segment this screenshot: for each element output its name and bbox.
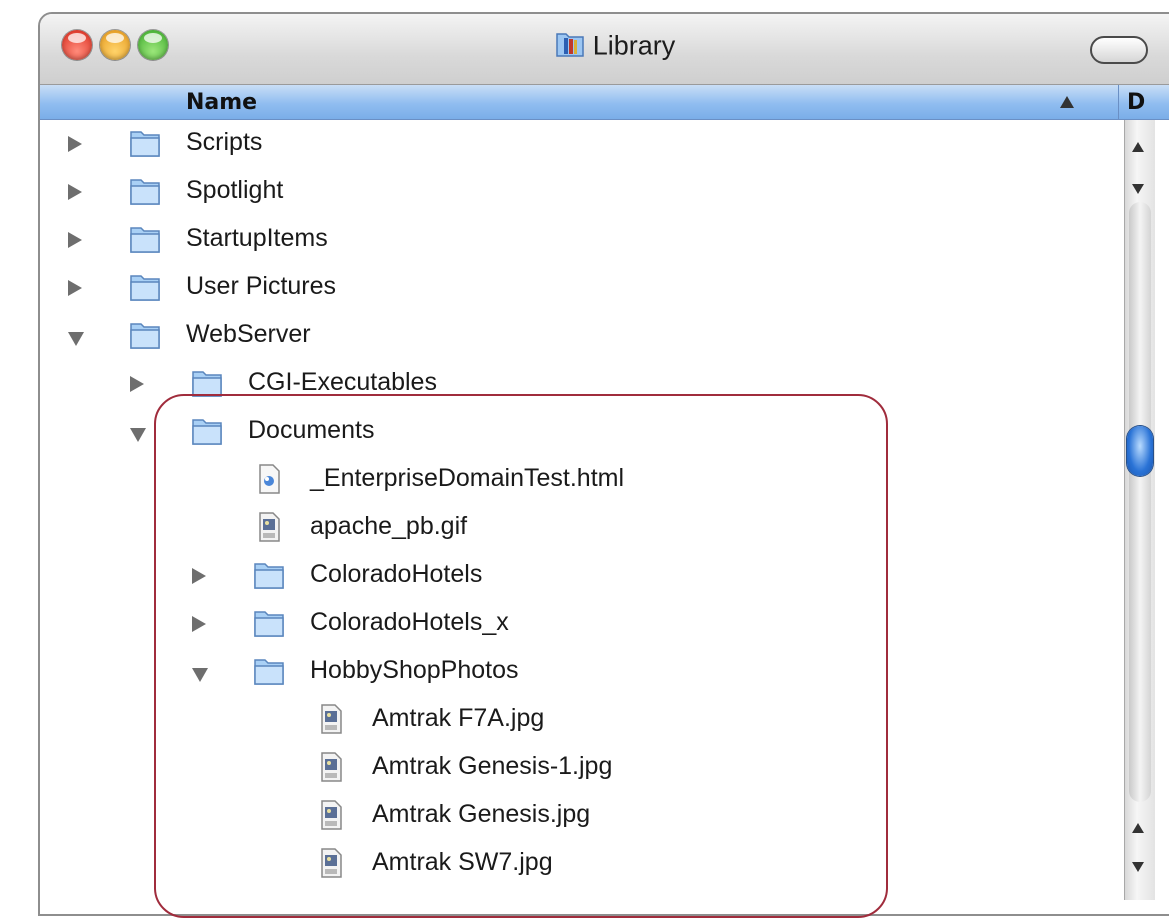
list-row-label: _EnterpriseDomainTest.html bbox=[310, 464, 625, 492]
window-title-text: Library bbox=[592, 30, 676, 61]
vertical-scrollbar[interactable] bbox=[1124, 120, 1155, 900]
scroll-thumb[interactable] bbox=[1127, 426, 1153, 476]
sort-ascending-icon[interactable] bbox=[1060, 96, 1074, 108]
list-row-label: User Pictures bbox=[186, 272, 337, 300]
list-row-label: Amtrak Genesis.jpg bbox=[372, 800, 591, 828]
list-row[interactable]: HobbyShopPhotos bbox=[40, 648, 1124, 696]
list-row[interactable]: Documents bbox=[40, 408, 1124, 456]
list-row-label: Amtrak F7A.jpg bbox=[372, 704, 545, 732]
toolbar-toggle-button[interactable] bbox=[1090, 36, 1148, 64]
image-file-icon bbox=[314, 750, 348, 784]
list-row[interactable]: User Pictures bbox=[40, 264, 1124, 312]
image-file-icon bbox=[252, 510, 286, 544]
list-row[interactable]: ColoradoHotels_x bbox=[40, 600, 1124, 648]
folder-icon bbox=[252, 606, 286, 640]
disclosure-triangle-expanded-icon[interactable] bbox=[68, 332, 84, 346]
list-row[interactable]: Spotlight bbox=[40, 168, 1124, 216]
folder-icon bbox=[252, 654, 286, 688]
list-row[interactable]: Amtrak F7A.jpg bbox=[40, 696, 1124, 744]
image-file-icon bbox=[314, 702, 348, 736]
disclosure-triangle-collapsed-icon[interactable] bbox=[68, 136, 82, 152]
folder-icon bbox=[252, 558, 286, 592]
list-row-label: Amtrak SW7.jpg bbox=[372, 848, 553, 876]
list-row-label: Amtrak Genesis-1.jpg bbox=[372, 752, 613, 780]
list-row[interactable]: Amtrak Genesis.jpg bbox=[40, 792, 1124, 840]
name-column-header[interactable]: Name bbox=[186, 90, 257, 115]
disclosure-triangle-collapsed-icon[interactable] bbox=[68, 232, 82, 248]
list-row-label: WebServer bbox=[186, 320, 311, 348]
list-row-label: Spotlight bbox=[186, 176, 284, 204]
folder-icon bbox=[128, 270, 162, 304]
finder-window: Library Name D Scripts Spotlight StartupIt… bbox=[38, 12, 1169, 916]
image-file-icon bbox=[314, 846, 348, 880]
folder-icon bbox=[190, 366, 224, 400]
folder-icon bbox=[128, 174, 162, 208]
list-row[interactable]: Amtrak SW7.jpg bbox=[40, 840, 1124, 888]
column-header: Name D bbox=[40, 85, 1169, 120]
scroll-down-arrow-icon[interactable] bbox=[1132, 184, 1144, 194]
disclosure-triangle-collapsed-icon[interactable] bbox=[130, 376, 144, 392]
list-row-label: CGI-Executables bbox=[248, 368, 437, 396]
list-row[interactable]: Amtrak Genesis-1.jpg bbox=[40, 744, 1124, 792]
list-row-label: HobbyShopPhotos bbox=[310, 656, 519, 684]
disclosure-triangle-expanded-icon[interactable] bbox=[130, 428, 146, 442]
list-row[interactable]: WebServer bbox=[40, 312, 1124, 360]
folder-icon bbox=[128, 318, 162, 352]
list-row[interactable]: Scripts bbox=[40, 120, 1124, 168]
list-row-label: Scripts bbox=[186, 128, 263, 156]
date-column-header[interactable]: D bbox=[1127, 90, 1145, 115]
list-row[interactable]: ColoradoHotels bbox=[40, 552, 1124, 600]
list-row[interactable]: _EnterpriseDomainTest.html bbox=[40, 456, 1124, 504]
image-file-icon bbox=[314, 798, 348, 832]
disclosure-triangle-collapsed-icon[interactable] bbox=[68, 280, 82, 296]
disclosure-triangle-collapsed-icon[interactable] bbox=[192, 616, 206, 632]
folder-icon bbox=[128, 126, 162, 160]
list-row-label: StartupItems bbox=[186, 224, 328, 252]
list-row[interactable]: CGI-Executables bbox=[40, 360, 1124, 408]
title-bar[interactable]: Library bbox=[40, 14, 1169, 85]
list-row[interactable]: StartupItems bbox=[40, 216, 1124, 264]
library-folder-icon bbox=[555, 30, 585, 62]
list-row-label: Documents bbox=[248, 416, 375, 444]
html-file-icon bbox=[252, 462, 286, 496]
disclosure-triangle-expanded-icon[interactable] bbox=[192, 668, 208, 682]
scroll-down-arrow-icon[interactable] bbox=[1132, 862, 1144, 872]
window-title: Library bbox=[40, 30, 1169, 62]
list-row-label: apache_pb.gif bbox=[310, 512, 468, 540]
list-row-label: ColoradoHotels bbox=[310, 560, 483, 588]
scroll-up-arrow-icon[interactable] bbox=[1132, 142, 1144, 152]
disclosure-triangle-collapsed-icon[interactable] bbox=[192, 568, 206, 584]
folder-icon bbox=[128, 222, 162, 256]
disclosure-triangle-collapsed-icon[interactable] bbox=[68, 184, 82, 200]
folder-icon bbox=[190, 414, 224, 448]
scroll-track[interactable] bbox=[1127, 202, 1153, 802]
list-row[interactable]: apache_pb.gif bbox=[40, 504, 1124, 552]
file-list: Scripts Spotlight StartupItems User Picture… bbox=[40, 120, 1124, 900]
scroll-up-arrow-icon[interactable] bbox=[1132, 823, 1144, 833]
list-row-label: ColoradoHotels_x bbox=[310, 608, 509, 636]
column-divider[interactable] bbox=[1118, 85, 1119, 119]
